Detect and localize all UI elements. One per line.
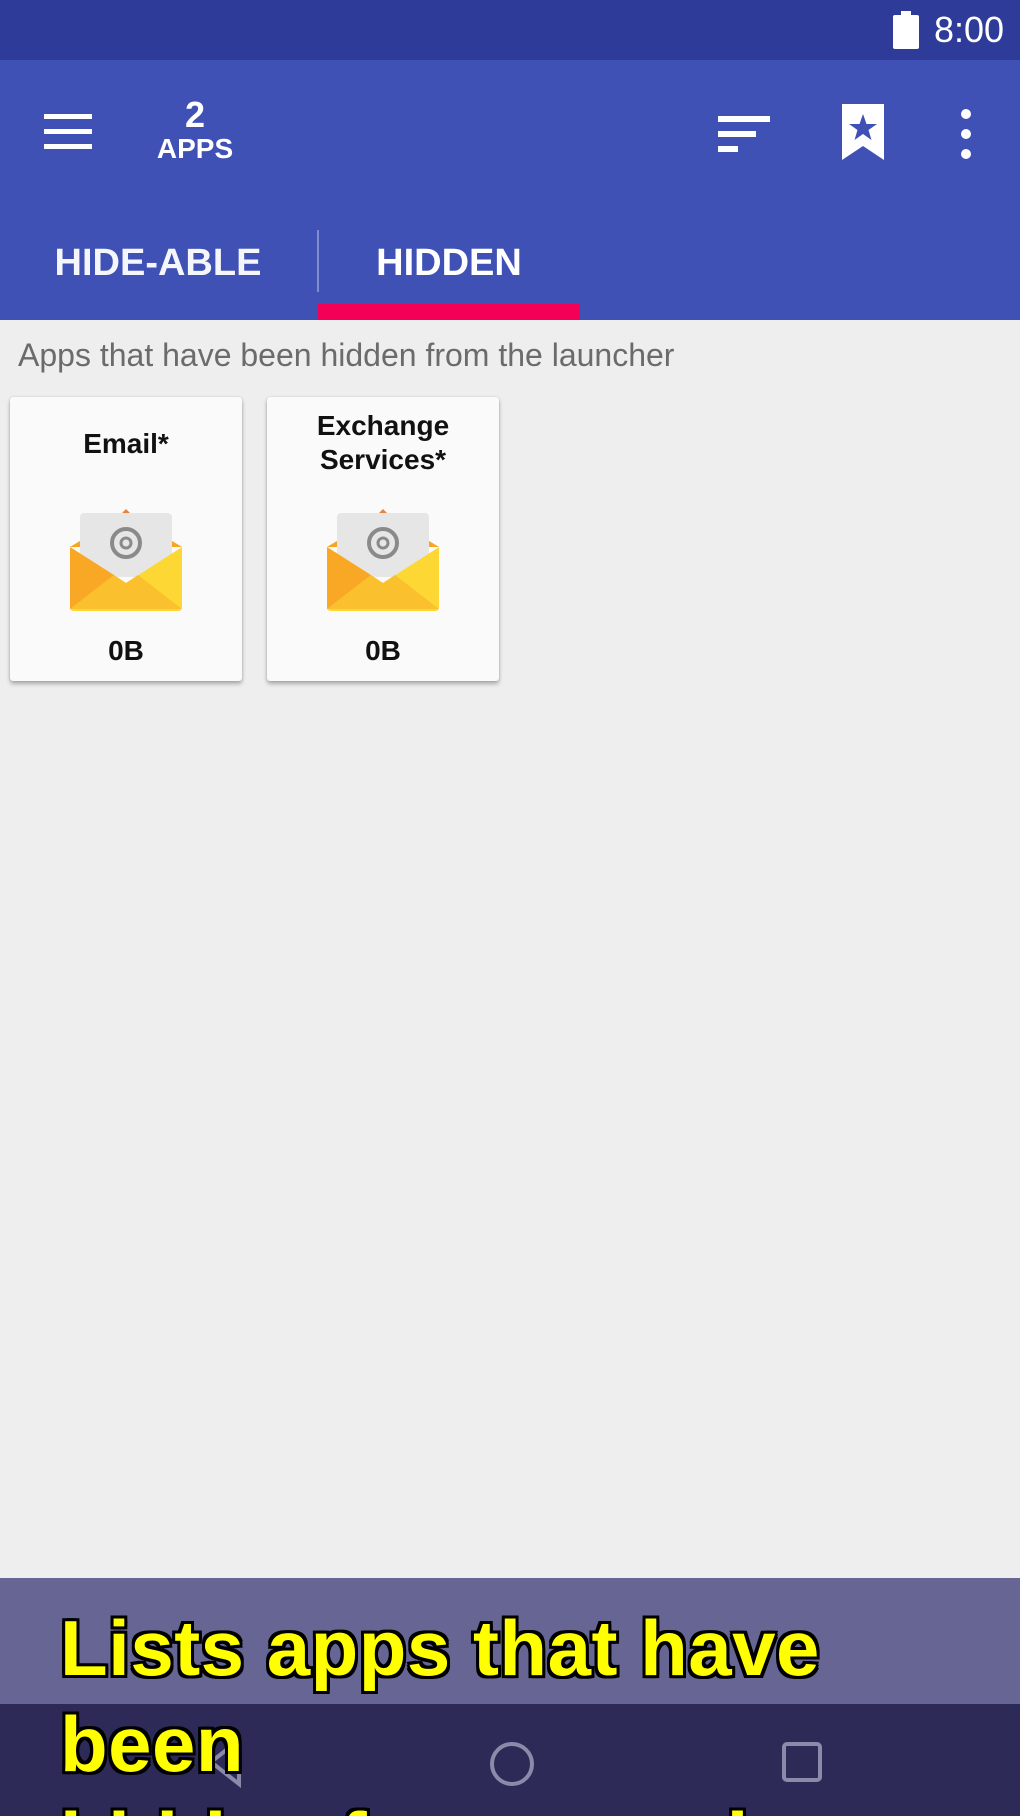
- sort-icon[interactable]: [716, 110, 772, 158]
- tab-hide-able[interactable]: HIDE-ABLE: [30, 235, 286, 291]
- more-vert-icon[interactable]: [954, 106, 978, 162]
- app-count-number: 2: [184, 94, 206, 135]
- email-envelope-icon: [327, 509, 439, 611]
- app-name: Exchange Services*: [316, 410, 450, 475]
- status-bar: 8:00: [0, 0, 1020, 60]
- app-card-email[interactable]: Email* 0B: [10, 397, 242, 681]
- app-count: 2 APPS: [140, 96, 250, 164]
- app-card-exchange-services[interactable]: Exchange Services* 0B: [267, 397, 499, 681]
- promo-caption: Lists apps that have been hidden from ap…: [60, 1604, 959, 1816]
- app-size: 0B: [365, 635, 401, 666]
- app-name: Email*: [83, 428, 169, 459]
- bookmark-star-icon[interactable]: [838, 102, 888, 162]
- battery-full-icon: [893, 11, 919, 49]
- app-size: 0B: [108, 635, 144, 666]
- section-description: Apps that have been hidden from the laun…: [18, 337, 675, 373]
- menu-icon[interactable]: [40, 108, 96, 156]
- email-envelope-icon: [70, 509, 182, 611]
- app-count-label: APPS: [156, 133, 234, 164]
- status-time: 8:00: [934, 9, 1005, 50]
- app-bar: 2 APPS HIDE-ABLE HIDDEN: [0, 60, 1020, 320]
- tab-hidden[interactable]: HIDDEN: [318, 235, 580, 291]
- tab-indicator: [318, 304, 580, 320]
